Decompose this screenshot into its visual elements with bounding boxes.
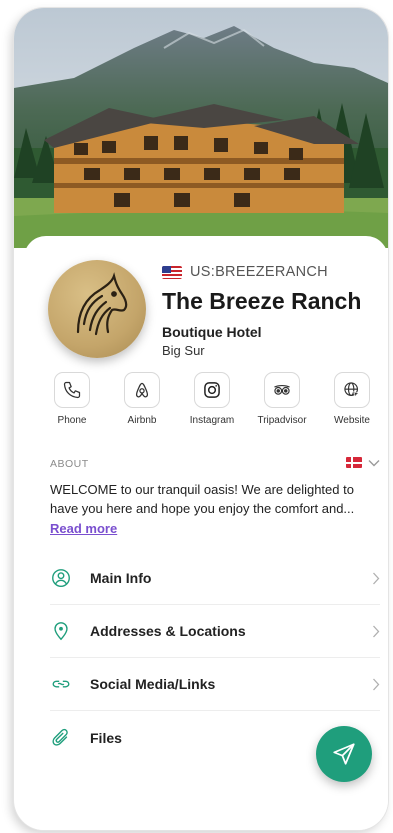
hero-image [14,8,388,248]
chevron-down-icon [368,459,380,467]
chevron-right-icon [372,625,380,638]
us-flag-icon [162,265,182,279]
language-selector[interactable] [346,457,380,468]
link-instagram[interactable]: Instagram [182,372,242,426]
danish-flag-icon [346,457,362,468]
location-pin-icon [50,620,72,642]
globe-icon [344,382,361,399]
avatar [48,260,146,358]
tripadvisor-button[interactable] [264,372,300,408]
link-label: Website [334,415,370,426]
phone-icon [63,381,81,399]
menu-item-label: Social Media/Links [90,676,216,692]
chevron-right-icon [372,572,380,585]
phone-frame: US:BREEZERANCH The Breeze Ranch Boutique… [14,8,388,830]
link-phone[interactable]: Phone [42,372,102,426]
link-label: Instagram [189,415,235,426]
read-more-link[interactable]: Read more [50,521,117,536]
link-tripadvisor[interactable]: Tripadvisor [252,372,312,426]
send-icon [333,743,355,765]
menu-item-main-info[interactable]: Main Info [50,552,380,605]
airbnb-icon [135,382,149,398]
user-circle-icon [50,567,72,589]
link-website[interactable]: Website [322,372,382,426]
link-airbnb[interactable]: Airbnb [112,372,172,426]
menu-item-label: Addresses & Locations [90,623,246,639]
reference-row: US:BREEZERANCH [162,264,328,280]
menu-item-social-media[interactable]: Social Media/Links [50,658,380,711]
website-button[interactable] [334,372,370,408]
business-city: Big Sur [162,343,205,358]
instagram-button[interactable] [194,372,230,408]
quick-links: Phone Airbnb Instagram Tripadvisor Websi… [42,372,382,426]
reference-code: US:BREEZERANCH [190,264,328,280]
send-button[interactable] [316,726,372,782]
link-label: Phone [57,415,87,426]
link-label: Tripadvisor [257,415,307,426]
about-text: WELCOME to our tranquil oasis! We are de… [50,482,355,516]
paperclip-icon [50,727,72,749]
business-category: Boutique Hotel [162,324,262,340]
instagram-icon [204,382,220,398]
link-label: Airbnb [127,415,157,426]
horse-logo-icon [76,272,128,336]
airbnb-button[interactable] [124,372,160,408]
link-icon [50,673,72,695]
business-name: The Breeze Ranch [162,288,362,314]
tripadvisor-icon [274,384,290,395]
menu-item-label: Main Info [90,570,152,586]
about-heading: ABOUT [50,458,89,470]
menu-item-addresses[interactable]: Addresses & Locations [50,605,380,658]
phone-button[interactable] [54,372,90,408]
chevron-right-icon [372,678,380,691]
